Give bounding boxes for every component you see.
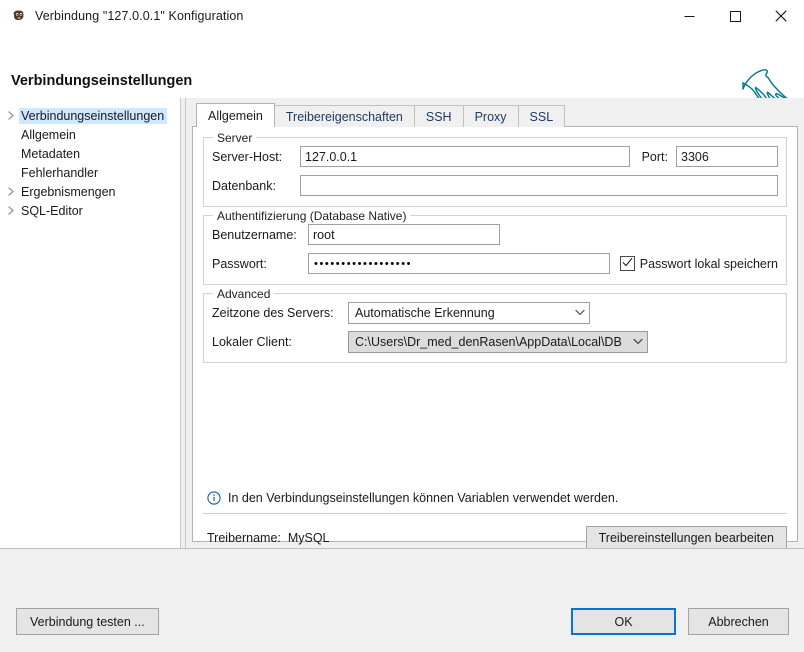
dialog-header: Verbindungseinstellungen MySQL Verbindun…	[0, 32, 804, 130]
title-bar: Verbindung "127.0.0.1" Konfiguration	[0, 0, 804, 32]
window-controls	[666, 0, 804, 32]
settings-content: Allgemein Treibereigenschaften SSH Proxy…	[186, 98, 804, 551]
tab-ssh[interactable]: SSH	[413, 105, 464, 127]
authentication-group-title: Authentifizierung (Database Native)	[213, 209, 411, 223]
sidebar-item-label: Verbindungseinstellungen	[19, 107, 168, 124]
authentication-group: Authentifizierung (Database Native) Benu…	[203, 209, 787, 285]
database-input[interactable]	[300, 175, 778, 196]
timezone-label: Zeitzone des Servers:	[212, 305, 334, 320]
tab-panel-allgemein: Server Server-Host: Port: Datenbank: Aut…	[192, 126, 798, 551]
timezone-row: Zeitzone des Servers: Automatische Erken…	[212, 301, 778, 324]
tab-allgemein[interactable]: Allgemein	[196, 103, 275, 127]
password-label: Passwort:	[212, 256, 267, 271]
chevron-down-icon	[575, 309, 585, 316]
tab-treibereigenschaften[interactable]: Treibereigenschaften	[273, 105, 415, 127]
chevron-right-icon[interactable]	[4, 187, 19, 196]
password-input[interactable]: ••••••••••••••••••	[308, 253, 610, 274]
dialog-footer	[0, 548, 804, 652]
timezone-select[interactable]: Automatische Erkennung	[348, 301, 590, 324]
sidebar-item-allgemein[interactable]: Allgemein	[0, 125, 180, 144]
advanced-group: Advanced Zeitzone des Servers: Automatis…	[203, 287, 787, 363]
server-group: Server Server-Host: Port: Datenbank:	[203, 131, 787, 207]
port-input[interactable]	[676, 146, 778, 167]
tab-label: Treibereigenschaften	[285, 110, 403, 124]
sidebar-item-label: SQL-Editor	[21, 203, 83, 218]
sidebar-item-label: Fehlerhandler	[21, 165, 99, 180]
username-row: Benutzername:	[212, 223, 778, 246]
timezone-value: Automatische Erkennung	[355, 305, 495, 320]
local-client-value: C:\Users\Dr_med_denRasen\AppData\Local\D…	[355, 334, 622, 349]
tab-bar: Allgemein Treibereigenschaften SSH Proxy…	[192, 103, 798, 127]
sidebar-item-sql-editor[interactable]: SQL-Editor	[0, 201, 180, 220]
info-text: In den Verbindungseinstellungen können V…	[228, 491, 619, 505]
tab-ssl[interactable]: SSL	[517, 105, 566, 127]
tab-label: Allgemein	[208, 109, 263, 123]
local-client-select[interactable]: C:\Users\Dr_med_denRasen\AppData\Local\D…	[348, 330, 648, 353]
sidebar-item-label: Metadaten	[21, 146, 81, 161]
window-title: Verbindung "127.0.0.1" Konfiguration	[35, 9, 244, 23]
tab-label: Proxy	[474, 110, 507, 124]
checkbox-checked-icon	[619, 256, 635, 271]
server-host-row: Server-Host: Port:	[212, 145, 778, 168]
ok-button[interactable]: OK	[571, 608, 676, 635]
sidebar-item-ergebnismengen[interactable]: Ergebnismengen	[0, 182, 180, 201]
sidebar-item-metadaten[interactable]: Metadaten	[0, 144, 180, 163]
variables-info-note: In den Verbindungseinstellungen können V…	[207, 491, 618, 505]
advanced-group-title: Advanced	[213, 287, 275, 301]
test-connection-button[interactable]: Verbindung testen ...	[16, 608, 159, 635]
chevron-down-icon	[633, 338, 643, 345]
dialog-body: Verbindungseinstellungen Allgemein Metad…	[0, 98, 804, 551]
server-host-input[interactable]	[300, 146, 630, 167]
close-button[interactable]	[758, 0, 804, 32]
driver-name: Treibername: MySQL	[207, 531, 330, 545]
maximize-button[interactable]	[712, 0, 758, 32]
port-label: Port:	[641, 149, 668, 164]
sidebar-item-label: Ergebnismengen	[21, 184, 116, 199]
sidebar-item-verbindungseinstellungen[interactable]: Verbindungseinstellungen	[0, 106, 180, 125]
local-client-label: Lokaler Client:	[212, 334, 292, 349]
username-input[interactable]	[308, 224, 500, 245]
minimize-button[interactable]	[666, 0, 712, 32]
save-password-checkbox[interactable]: Passwort lokal speichern	[619, 256, 778, 271]
info-icon	[207, 491, 221, 505]
save-password-label: Passwort lokal speichern	[639, 256, 778, 271]
settings-tree: Verbindungseinstellungen Allgemein Metad…	[0, 98, 181, 548]
server-group-title: Server	[213, 131, 257, 145]
sidebar-item-fehlerhandler[interactable]: Fehlerhandler	[0, 163, 180, 182]
username-label: Benutzername:	[212, 227, 297, 242]
page-title: Verbindungseinstellungen	[11, 73, 193, 89]
edit-driver-settings-button[interactable]: Treibereinstellungen bearbeiten	[585, 525, 787, 551]
tab-label: SSH	[425, 110, 452, 124]
password-row: Passwort: •••••••••••••••••• Passwort lo…	[212, 252, 778, 275]
local-client-row: Lokaler Client: C:\Users\Dr_med_denRasen…	[212, 330, 778, 353]
sidebar-item-label: Allgemein	[21, 127, 76, 142]
tab-proxy[interactable]: Proxy	[462, 105, 519, 127]
driver-name-label: Treibername:	[207, 531, 281, 545]
database-row: Datenbank:	[212, 174, 778, 197]
server-host-label: Server-Host:	[212, 149, 283, 164]
driver-name-value: MySQL	[287, 531, 330, 545]
tab-label: SSL	[529, 110, 554, 124]
chevron-right-icon[interactable]	[4, 111, 19, 120]
chevron-right-icon[interactable]	[4, 206, 19, 215]
database-label: Datenbank:	[212, 178, 276, 193]
cancel-button[interactable]: Abbrechen	[688, 608, 789, 635]
dbeaver-beaver-icon	[11, 8, 27, 24]
driver-section-divider	[203, 513, 787, 514]
